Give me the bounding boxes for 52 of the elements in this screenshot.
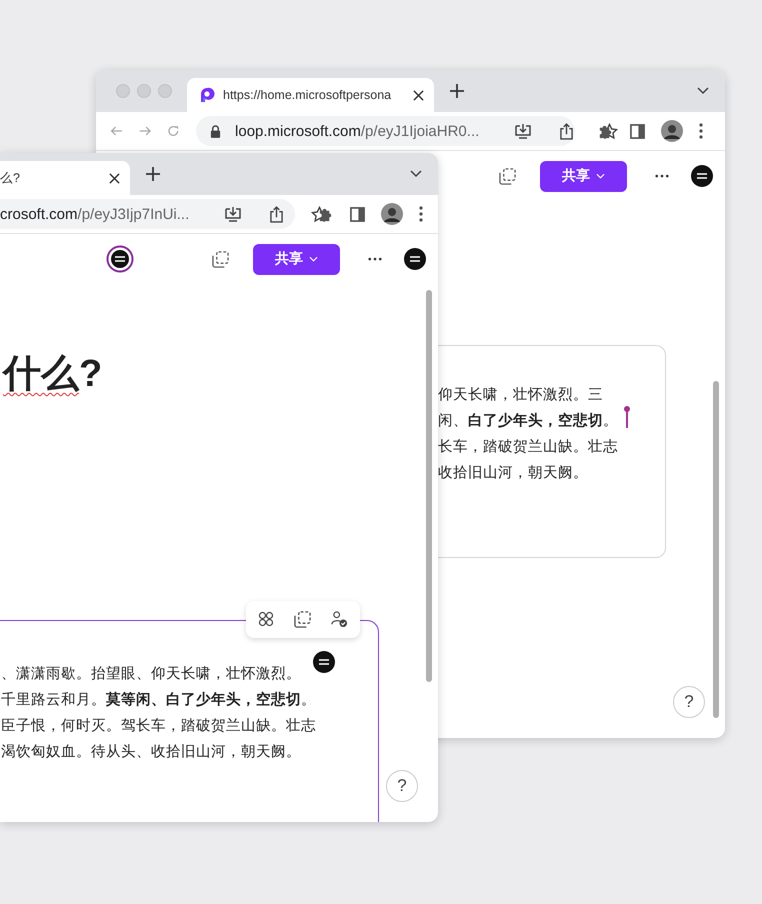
chevron-down-icon bbox=[309, 256, 318, 262]
copy-icon[interactable] bbox=[294, 611, 311, 628]
url-text: loop.microsoft.com/p/eyJ1IjoiaHR0... bbox=[235, 122, 480, 140]
profile-avatar[interactable] bbox=[381, 203, 403, 225]
people-check-icon[interactable] bbox=[331, 611, 348, 628]
poem-line: 长车，踏破贺兰山缺。壮志 bbox=[438, 438, 618, 457]
collaborator-cursor-icon bbox=[624, 406, 630, 428]
close-icon[interactable] bbox=[109, 172, 120, 184]
grid-icon[interactable] bbox=[258, 611, 274, 627]
menu-icon[interactable] bbox=[699, 123, 704, 139]
poem-line: 渴饮匈奴血。待从头、收拾旧山河，朝天阙。 bbox=[1, 743, 301, 762]
lock-icon bbox=[210, 124, 222, 138]
chevron-down-icon[interactable] bbox=[697, 87, 709, 95]
more-icon[interactable] bbox=[655, 174, 669, 178]
user-avatar[interactable] bbox=[691, 165, 713, 187]
app-logo-icon bbox=[199, 87, 215, 103]
menu-icon[interactable] bbox=[419, 206, 423, 222]
close-icon[interactable] bbox=[413, 90, 424, 100]
url-text: crosoft.com/p/eyJ3Ijp7InUi... bbox=[0, 206, 190, 222]
install-icon[interactable] bbox=[514, 123, 532, 139]
poem-line: 仰天长啸，壮怀激烈。三 bbox=[438, 386, 603, 405]
new-tab-icon[interactable] bbox=[450, 84, 464, 98]
copy-icon[interactable] bbox=[499, 168, 516, 184]
chevron-down-icon bbox=[596, 173, 605, 179]
poem-line: 臣子恨，何时灭。驾长车，踏破贺兰山缺。壮志 bbox=[1, 717, 316, 736]
collaborator-avatar[interactable] bbox=[106, 245, 134, 273]
page-title: 什么? bbox=[0, 352, 104, 397]
share-icon[interactable] bbox=[270, 206, 284, 222]
share-button[interactable]: 共享 bbox=[253, 244, 340, 274]
user-avatar[interactable] bbox=[404, 248, 426, 270]
browser-tab[interactable]: 么? bbox=[0, 161, 130, 195]
more-icon[interactable] bbox=[368, 257, 382, 261]
poem-line: 、潇潇雨歇。抬望眼、仰天长啸，壮怀激烈。 bbox=[1, 665, 301, 684]
scrollbar[interactable] bbox=[713, 381, 719, 718]
poem-line: 千里路云和月。莫等闲、白了少年头，空悲切。 bbox=[1, 690, 316, 710]
tab-title: 么? bbox=[0, 170, 21, 186]
browser-tab[interactable]: https://home.microsoftpersona bbox=[187, 78, 434, 112]
copy-icon[interactable] bbox=[212, 250, 229, 268]
install-icon[interactable] bbox=[224, 206, 242, 222]
help-button[interactable]: ? bbox=[386, 770, 418, 802]
profile-avatar[interactable] bbox=[661, 120, 684, 142]
new-tab-icon[interactable] bbox=[146, 167, 160, 181]
poem-line: 闲、白了少年头，空悲切。 bbox=[438, 412, 618, 431]
share-icon[interactable] bbox=[560, 122, 574, 140]
scrollbar[interactable] bbox=[426, 290, 432, 682]
help-button[interactable]: ? bbox=[673, 686, 705, 718]
sidebar-icon[interactable] bbox=[630, 124, 646, 138]
poem-line: 收拾旧山河，朝天阙。 bbox=[438, 464, 588, 483]
tab-title: https://home.microsoftpersona bbox=[223, 88, 392, 102]
chevron-down-icon[interactable] bbox=[410, 170, 422, 178]
sidebar-icon[interactable] bbox=[350, 206, 365, 222]
share-button[interactable]: 共享 bbox=[540, 160, 627, 192]
